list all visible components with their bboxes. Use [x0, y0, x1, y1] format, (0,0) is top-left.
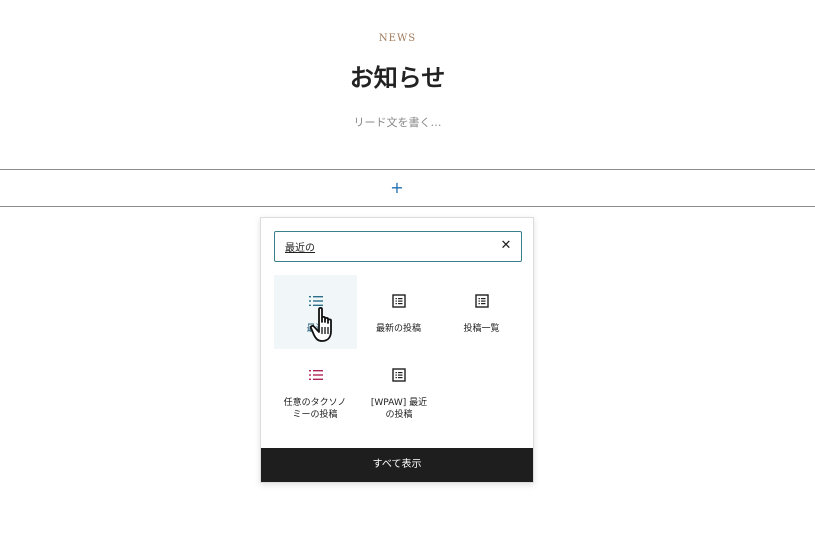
- block-item-label: 最新の投稿: [375, 324, 421, 334]
- block-item-taxonomy-posts[interactable]: 任意のタクソノミーの投稿: [274, 349, 357, 423]
- list-icon: [309, 370, 323, 380]
- block-item-label: 任意のタクソノミーの投稿: [283, 398, 347, 420]
- lead-text[interactable]: リード文を書く…: [0, 114, 795, 130]
- hand-pointer-cursor-icon: [310, 306, 332, 342]
- post-list-icon: [392, 368, 406, 382]
- clear-search-button[interactable]: ✕: [497, 237, 515, 255]
- post-list-icon: [392, 294, 406, 308]
- section-eyebrow: NEWS: [378, 33, 417, 44]
- block-item-latest-posts[interactable]: 最新の投稿: [357, 275, 440, 349]
- appender-bottom-border: [0, 206, 815, 207]
- block-item-wpaw-recent-posts[interactable]: [WPAW] 最近の投稿: [357, 349, 440, 423]
- page-title: お知らせ: [349, 63, 446, 92]
- block-item-post-list[interactable]: 投稿一覧: [440, 275, 523, 349]
- add-block-button[interactable]: +: [387, 178, 407, 198]
- block-item-label: 投稿一覧: [463, 324, 500, 334]
- browse-all-button[interactable]: すべて表示: [261, 448, 533, 482]
- block-item-label: [WPAW] 最近の投稿: [370, 398, 428, 420]
- block-inserter-popover: ✕ 最近 最新の投稿: [260, 217, 534, 483]
- block-search-input[interactable]: [285, 232, 485, 260]
- post-list-icon: [475, 294, 489, 308]
- block-search-box: ✕: [274, 231, 522, 262]
- appender-top-border: [0, 169, 815, 170]
